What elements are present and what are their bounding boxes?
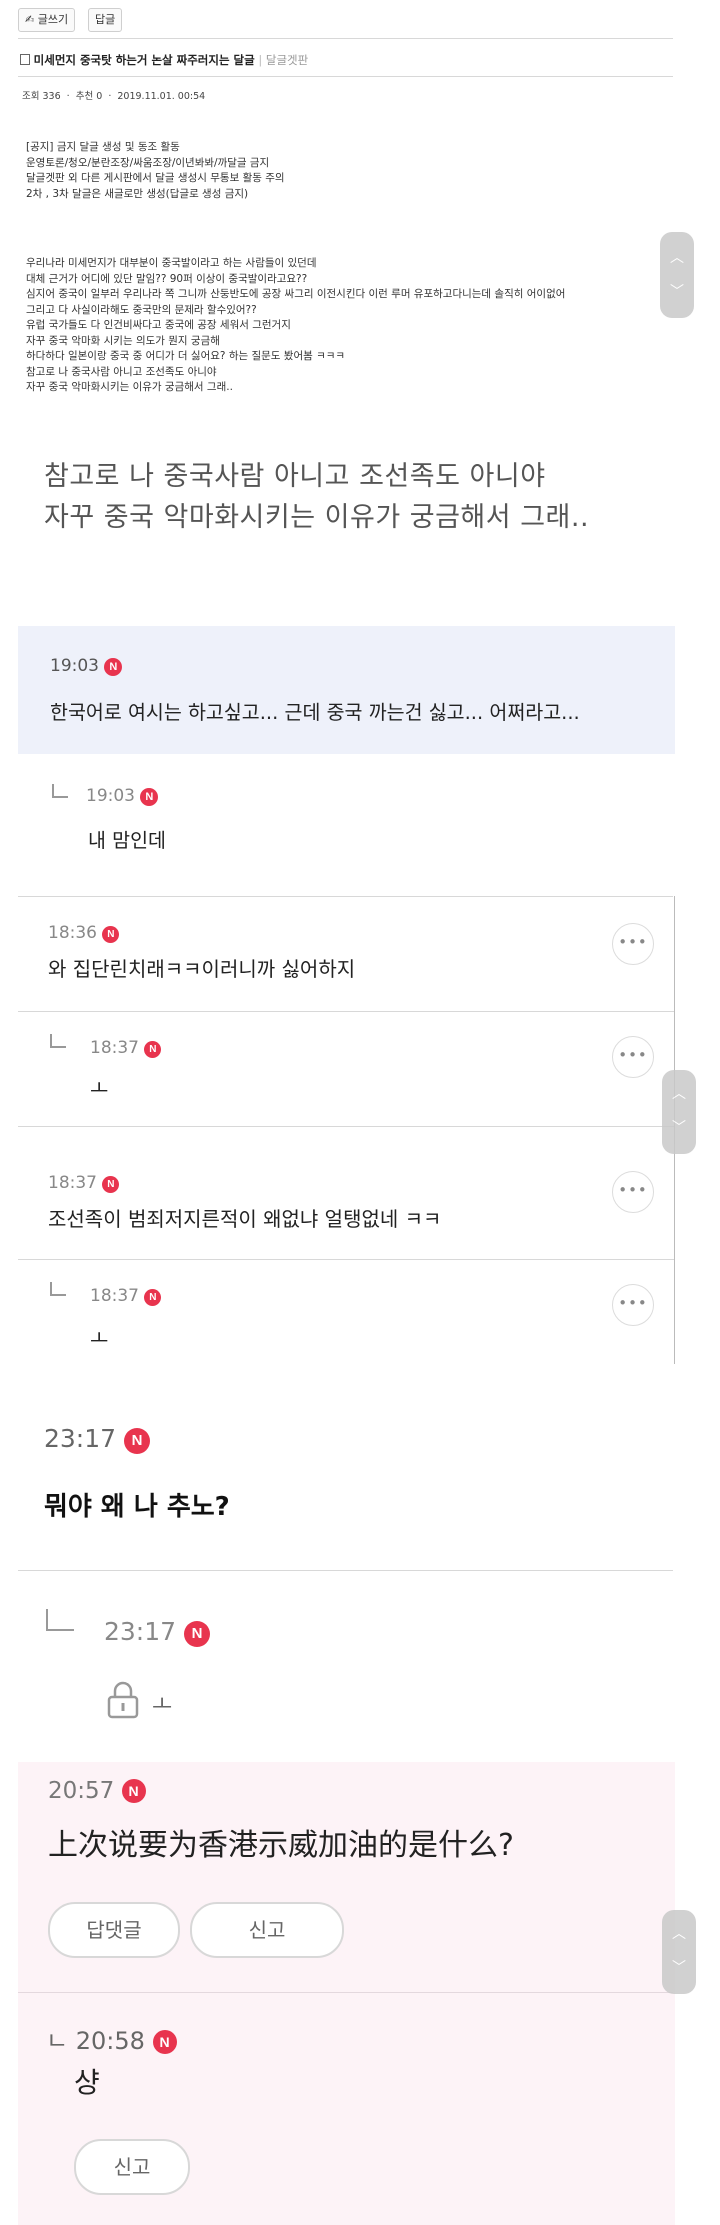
zoomed-quote: 참고로 나 중국사람 아니고 조선족도 아니야 자꾸 중국 악마화시키는 이유가… bbox=[44, 456, 589, 538]
comment-reply: 19:03 N 내 맘인데 bbox=[18, 756, 675, 896]
comment-time: 23:17 bbox=[44, 1424, 117, 1453]
comment-text: 샹 bbox=[74, 2066, 100, 2099]
comment-time: 23:17 bbox=[104, 1617, 177, 1646]
comment-time: 20:57 bbox=[48, 1778, 115, 1804]
reply-arrow-icon bbox=[50, 1034, 66, 1048]
new-badge-icon: N bbox=[144, 1041, 162, 1058]
comment-reply: 23:17 N ㅗ bbox=[18, 1571, 675, 1761]
notice-line: [공지] 금지 달글 생성 및 동조 활동 bbox=[26, 141, 180, 153]
quote-line: 참고로 나 중국사람 아니고 조선족도 아니야 bbox=[44, 461, 546, 492]
comment-time: 19:03 bbox=[86, 786, 135, 806]
new-badge-icon: N bbox=[140, 788, 159, 806]
reply-comment-button[interactable]: 답댓글 bbox=[48, 1902, 180, 1958]
more-options-button[interactable]: ••• bbox=[612, 1036, 654, 1078]
scroll-pill[interactable]: ︿ ﹀ bbox=[662, 1910, 696, 1994]
reply-arrow-icon: ㄴ bbox=[46, 2027, 69, 2055]
new-badge-icon: N bbox=[104, 658, 123, 676]
comment-text: 한국어로 여시는 하고싶고... 근데 중국 까는건 싫고... 어쩌라고... bbox=[50, 701, 580, 724]
comment-reply: 18:37 N ㅗ ••• bbox=[18, 1012, 674, 1126]
more-options-button[interactable]: ••• bbox=[612, 923, 654, 965]
comment-text: 와 집단린치래ㅋㅋ이러니까 싫어하지 bbox=[48, 957, 356, 981]
comment-reply: ㄴ 20:58 N 샹 신고 bbox=[18, 1993, 675, 2225]
body-line: 심지어 중국이 일부러 우리나라 쪽 그니까 산둥반도에 공장 싸그리 이전시킨… bbox=[26, 288, 566, 300]
new-badge-icon: N bbox=[124, 1428, 150, 1454]
body-line: 대체 근거가 어디에 있단 말임?? 90퍼 이상이 중국발이라고요?? bbox=[26, 272, 308, 285]
comment-time: 20:58 bbox=[75, 2027, 145, 2055]
new-badge-icon: N bbox=[152, 2030, 177, 2054]
notice-line: 운영토론/청오/분란조장/싸움조장/이년봐봐/까달글 금지 bbox=[26, 156, 270, 169]
post-body: 우리나라 미세먼지가 대부분이 중국발이라고 하는 사람들이 있던데 대체 근거… bbox=[26, 256, 680, 396]
notice-block: [공지] 금지 달글 생성 및 동조 활동 운영토론/청오/분란조장/싸움조장/… bbox=[26, 140, 285, 202]
reply-arrow-icon bbox=[52, 784, 68, 798]
more-options-button[interactable]: ••• bbox=[612, 1171, 654, 1213]
write-button[interactable]: ✍ 글쓰기 bbox=[18, 8, 76, 32]
quote-line: 자꾸 중국 악마화시키는 이유가 궁금해서 그래.. bbox=[44, 502, 590, 533]
divider bbox=[18, 76, 673, 77]
comment-item: 18:36 N 와 집단린치래ㅋㅋ이러니까 싫어하지 ••• bbox=[18, 897, 674, 1011]
chevron-up-icon: ︿ bbox=[670, 250, 684, 266]
comment-item: 20:57 N 上次说要为香港示威加油的是什么? 답댓글 신고 bbox=[18, 1762, 675, 1992]
body-line: 하다하다 일본이랑 중국 중 어디가 더 싫어요? 하는 질문도 봤어봄 ㅋㅋㅋ bbox=[26, 350, 346, 362]
comment-text: ㅗ bbox=[90, 1076, 109, 1100]
report-button[interactable]: 신고 bbox=[190, 1902, 344, 1958]
reply-arrow-icon bbox=[50, 1282, 66, 1296]
new-badge-icon: N bbox=[102, 926, 120, 943]
comment-text: 내 맘인데 bbox=[88, 829, 166, 852]
comment-time: 19:03 bbox=[50, 656, 99, 676]
new-badge-icon: N bbox=[102, 1176, 120, 1193]
comment-text: ㅗ bbox=[90, 1326, 109, 1350]
reply-post-button[interactable]: 답글 bbox=[88, 8, 123, 32]
comment-text: 조선족이 범죄저지른적이 왜없냐 얼탱없네 ㅋㅋ bbox=[48, 1207, 442, 1231]
comment-text: 上次说要为香港示威加油的是什么? bbox=[48, 1828, 514, 1863]
comment-text: ㅗ bbox=[152, 1693, 173, 1718]
notice-line: 2차 , 3차 달글은 새글로만 생성(답글로 생성 금지) bbox=[26, 187, 249, 200]
comment-highlighted: 19:03 N 한국어로 여시는 하고싶고... 근데 중국 까는건 싫고...… bbox=[18, 626, 675, 754]
comment-item: 18:37 N 조선족이 범죄저지른적이 왜없냐 얼탱없네 ㅋㅋ ••• bbox=[18, 1127, 674, 1259]
chevron-up-icon: ︿ bbox=[672, 1926, 686, 1942]
post-title-row: 미세먼지 중국탓 하는거 논살 짜주러지는 달글 | 달글겟판 bbox=[20, 52, 308, 68]
new-badge-icon: N bbox=[184, 1621, 210, 1647]
comment-time: 18:36 bbox=[48, 923, 97, 943]
document-icon bbox=[20, 54, 30, 65]
comment-item: 23:17 N 뭐야 왜 나 추노? bbox=[18, 1388, 675, 1570]
body-line: 우리나라 미세먼지가 대부분이 중국발이라고 하는 사람들이 있던데 bbox=[26, 257, 317, 269]
new-badge-icon: N bbox=[144, 1289, 162, 1306]
board-name[interactable]: 달글겟판 bbox=[266, 53, 308, 67]
divider bbox=[18, 38, 673, 39]
body-line: 자꾸 중국 악마화시키는 이유가 궁금해서 그래.. bbox=[26, 381, 233, 393]
chevron-down-icon: ﹀ bbox=[670, 284, 684, 300]
lock-icon bbox=[106, 1679, 140, 1723]
post-title[interactable]: 미세먼지 중국탓 하는거 논살 짜주러지는 달글 bbox=[34, 53, 255, 67]
chevron-down-icon: ﹀ bbox=[672, 1960, 686, 1976]
chevron-up-icon: ︿ bbox=[672, 1086, 686, 1102]
report-button[interactable]: 신고 bbox=[74, 2139, 190, 2195]
body-line: 자꾸 중국 악마화 시키는 의도가 뭔지 궁금해 bbox=[26, 334, 220, 347]
more-options-button[interactable]: ••• bbox=[612, 1284, 654, 1326]
comment-text: 뭐야 왜 나 추노? bbox=[44, 1492, 230, 1522]
scroll-pill[interactable]: ︿ ﹀ bbox=[660, 232, 694, 318]
notice-line: 달글겟판 외 다른 게시판에서 달글 생성시 무통보 활동 주의 bbox=[26, 172, 285, 184]
comment-time: 18:37 bbox=[48, 1173, 97, 1193]
comment-time: 18:37 bbox=[90, 1038, 139, 1058]
body-line: 그리고 다 사실이라해도 중국만의 문제라 할수있어?? bbox=[26, 303, 257, 316]
body-line: 유럽 국가들도 다 인건비싸다고 중국에 공장 세워서 그런거지 bbox=[26, 319, 291, 331]
reply-arrow-icon bbox=[46, 1609, 74, 1631]
post-meta: 조회 336 · 추천 0 · 2019.11.01. 00:54 bbox=[22, 91, 206, 102]
comment-reply: 18:37 N ㅗ ••• bbox=[18, 1260, 674, 1364]
new-badge-icon: N bbox=[121, 1779, 146, 1803]
comment-time: 18:37 bbox=[90, 1286, 139, 1306]
body-line: 참고로 나 중국사람 아니고 조선족도 아니야 bbox=[26, 365, 217, 378]
